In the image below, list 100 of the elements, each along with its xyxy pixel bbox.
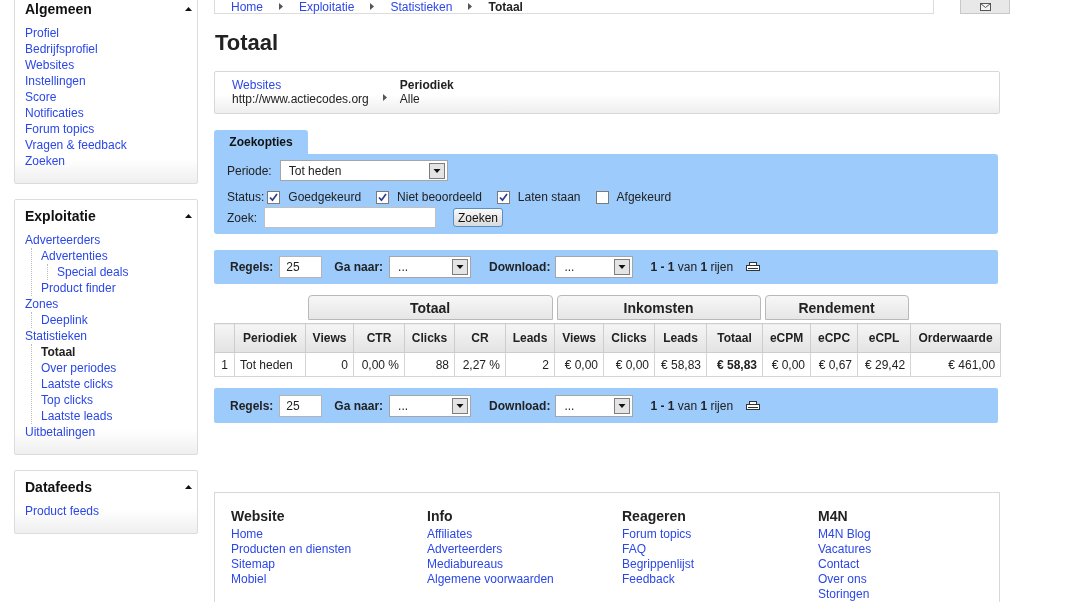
download-select[interactable]: ... [555,256,634,278]
sidebar-link[interactable]: Zones [25,296,59,312]
table-cell: € 0,00 [762,352,811,377]
footer-link[interactable]: Feedback [622,572,675,587]
table-cell: € 58,83 [654,352,707,377]
table-cell: € 58,83 [706,352,763,377]
sidebar-link[interactable]: Advertenties [41,248,108,264]
printer-icon[interactable] [746,400,761,411]
sidebar-link[interactable]: Forum topics [25,121,95,137]
sidebar-link[interactable]: Laatste clicks [41,376,114,392]
table-cell: € 0,67 [810,352,858,377]
period-select[interactable]: Tot heden [279,160,448,181]
sidebar-link[interactable]: Uitbetalingen [25,424,96,440]
rows-label: Regels: [230,260,274,274]
table-header-cell [214,323,235,353]
caret-up-icon[interactable] [185,7,192,11]
sidebar-link[interactable]: Instellingen [25,73,86,89]
footer-link[interactable]: Mobiel [231,572,267,587]
footer-link[interactable]: Sitemap [231,557,276,572]
column-header: CR [454,323,506,353]
footer-heading: Website [231,507,285,525]
sidebar-link[interactable]: Over periodes [41,360,117,376]
footer-link[interactable]: Producten en diensten [231,542,352,557]
footer-link[interactable]: Over ons [818,572,867,587]
checkbox-label: Niet beoordeeld [397,190,482,204]
footer-link[interactable]: Storingen [818,587,870,602]
footer-link[interactable]: Vacatures [818,542,872,557]
breadcrumb-link[interactable]: Home [231,0,263,13]
envelope-icon [979,2,991,11]
table-cell: Tot heden [234,352,306,377]
search-options-tab[interactable]: Zoekopties [214,130,308,154]
sidebar-link[interactable]: Deeplink [41,312,88,328]
column-header: Leads [505,323,555,353]
sidebar-link[interactable]: Laatste leads [41,408,113,424]
sidebar-link[interactable]: Profiel [25,25,59,41]
checkbox[interactable] [376,190,390,204]
mail-button[interactable] [960,0,1010,14]
column-header: Periodiek [234,323,306,353]
sidebar-link[interactable]: Totaal [41,344,76,360]
caret-right-icon [279,3,283,10]
table-cell: 2,27 % [454,352,506,377]
caret-right-icon [370,3,375,10]
footer-link[interactable]: Forum topics [622,527,692,542]
breadcrumb-link[interactable]: Exploitatie [299,0,355,13]
footer-link[interactable]: M4N Blog [818,527,871,542]
footer-link[interactable]: Adverteerders [427,542,503,557]
sidebar-link[interactable]: Adverteerders [25,232,101,248]
footer-link[interactable]: Affiliates [427,527,473,542]
footer-link[interactable]: Mediabureaus [427,557,504,572]
sidebar-link[interactable]: Product feeds [25,503,100,519]
goto-select[interactable]: ... [389,256,472,278]
caret-up-icon[interactable] [185,214,192,218]
rows-input[interactable]: 25 [279,256,323,278]
caret-up-icon[interactable] [185,485,192,489]
rows-input[interactable]: 25 [279,394,323,417]
column-group-header: Totaal [307,295,553,320]
search-button[interactable]: Zoeken [453,208,504,227]
download-select[interactable]: ... [555,394,634,417]
footer-link[interactable]: FAQ [622,542,646,557]
checkbox[interactable] [267,190,281,204]
breadcrumb-current: Totaal [488,0,523,13]
filter-value: Alle [399,92,420,106]
sidebar-link[interactable]: Websites [25,57,75,73]
column-header: Views [554,323,604,353]
sidebar-link[interactable]: Bedrijfsprofiel [25,41,98,57]
breadcrumb-link[interactable]: Statistieken [390,0,453,13]
download-label: Download: [489,398,551,413]
filter-link[interactable]: Websites [232,78,282,92]
checkbox-label: Goedgekeurd [288,190,362,204]
sidebar-link[interactable]: Vragen & feedback [25,137,127,153]
search-field[interactable] [264,207,436,228]
column-header: eCPL [857,323,911,353]
column-header: Orderwaarde [910,323,1001,353]
checkbox[interactable] [595,190,609,204]
checkbox[interactable] [496,190,510,204]
search-label: Zoek: [227,210,257,225]
goto-label: Ga naar: [334,398,384,413]
sidebar-link[interactable]: Product finder [41,280,116,296]
sidebar-link[interactable]: Top clicks [41,392,93,408]
table-cell: 0 [305,352,354,377]
sidebar-link[interactable]: Notificaties [25,105,84,121]
sidebar-heading: Algemeen [25,1,92,17]
table-cell: € 0,00 [603,352,655,377]
sidebar-link[interactable]: Special deals [57,264,129,280]
column-group-header: Inkomsten [556,295,761,320]
download-label: Download: [489,260,551,274]
goto-select[interactable]: ... [389,394,472,417]
sidebar-link[interactable]: Zoeken [25,153,66,169]
page-title: Totaal [215,30,279,56]
checkbox-label: Afgekeurd [616,190,672,204]
printer-icon[interactable] [746,262,761,272]
sidebar-link[interactable]: Statistieken [25,328,88,344]
sidebar-link[interactable]: Score [25,89,57,105]
footer-link[interactable]: Home [231,527,263,542]
footer-link[interactable]: Begrippenlijst [622,557,695,572]
footer-link[interactable]: Contact [818,557,860,572]
footer-heading: Reageren [622,507,686,525]
footer-heading: M4N [818,507,848,525]
footer-link[interactable]: Algemene voorwaarden [427,572,554,587]
column-header: eCPC [810,323,858,353]
